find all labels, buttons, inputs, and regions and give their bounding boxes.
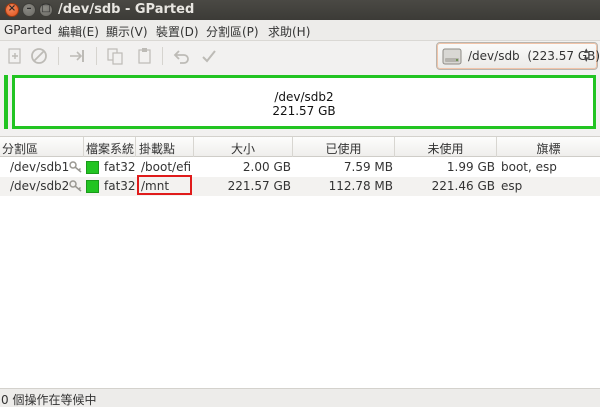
cell-used: 7.59 MB xyxy=(343,160,393,174)
cell-flags: esp xyxy=(501,179,523,193)
apply-icon[interactable] xyxy=(200,47,218,65)
maximize-window-button[interactable]: □ xyxy=(39,3,53,17)
partition-graphic-size: 221.57 GB xyxy=(272,104,336,118)
column-header-used[interactable]: 已使用 xyxy=(293,137,395,157)
maximize-icon: □ xyxy=(41,3,51,14)
paste-icon[interactable] xyxy=(136,47,154,65)
toolbar-separator xyxy=(58,47,59,65)
resize-move-icon[interactable] xyxy=(68,47,86,65)
menu-gparted[interactable]: GParted xyxy=(4,23,52,37)
table-row[interactable]: /dev/sdb1 fat32 /boot/efi 2.00 GB 7.59 M… xyxy=(0,158,600,177)
column-header-unused[interactable]: 未使用 xyxy=(395,137,497,157)
undo-icon[interactable] xyxy=(172,47,190,65)
menu-device[interactable]: 裝置(D) xyxy=(156,23,199,40)
menu-edit[interactable]: 編輯(E) xyxy=(58,23,99,40)
device-selector-label: /dev/sdb (223.57 GB) xyxy=(468,49,600,63)
filesystem-color-swatch xyxy=(86,180,99,193)
cell-partition: /dev/sdb1 xyxy=(10,160,70,174)
table-header: 分割區 檔案系統 掛載點 大小 已使用 未使用 旗標 xyxy=(0,137,600,157)
column-header-size[interactable]: 大小 xyxy=(194,137,293,157)
filesystem-color-swatch xyxy=(86,161,99,174)
menu-partition[interactable]: 分割區(P) xyxy=(206,23,259,40)
cell-size: 2.00 GB xyxy=(242,160,291,174)
dropdown-arrows-icon: ▴ ▾ xyxy=(584,46,589,65)
cell-unused: 221.46 GB xyxy=(431,179,495,193)
cell-filesystem: fat32 xyxy=(104,179,136,193)
partition-table: 分割區 檔案系統 掛載點 大小 已使用 未使用 旗標 /dev/sdb1 fat… xyxy=(0,136,600,388)
delete-icon[interactable] xyxy=(30,47,48,65)
cell-size: 221.57 GB xyxy=(227,179,291,193)
key-icon xyxy=(69,161,83,173)
column-header-flags[interactable]: 旗標 xyxy=(497,137,600,157)
column-header-mountpoint[interactable]: 掛載點 xyxy=(136,137,194,157)
column-header-filesystem[interactable]: 檔案系統 xyxy=(84,137,136,157)
annotation-highlight-box xyxy=(137,175,192,195)
partition-graphic-sdb2[interactable]: /dev/sdb2 221.57 GB xyxy=(12,75,596,129)
device-selector[interactable]: /dev/sdb (223.57 GB) ▴ ▾ xyxy=(436,42,600,70)
title-bar: × – □ /dev/sdb - GParted xyxy=(0,0,600,20)
key-icon xyxy=(69,180,83,192)
toolbar-separator xyxy=(162,47,163,65)
menu-bar: GParted 編輯(E) 顯示(V) 裝置(D) 分割區(P) 求助(H) xyxy=(0,20,600,41)
close-window-button[interactable]: × xyxy=(5,3,19,17)
cell-flags: boot, esp xyxy=(501,160,557,174)
new-partition-icon[interactable] xyxy=(6,47,24,65)
cell-unused: 1.99 GB xyxy=(446,160,495,174)
menu-view[interactable]: 顯示(V) xyxy=(106,23,148,40)
menu-help[interactable]: 求助(H) xyxy=(268,23,310,40)
cell-partition: /dev/sdb2 xyxy=(10,179,70,193)
cell-mountpoint: /boot/efi xyxy=(141,160,192,174)
partition-graphic-name: /dev/sdb2 xyxy=(274,90,334,104)
toolbar-separator xyxy=(96,47,97,65)
status-bar: 0 個操作在等候中 xyxy=(0,388,600,407)
copy-icon[interactable] xyxy=(106,47,124,65)
column-header-partition[interactable]: 分割區 xyxy=(0,137,84,157)
pending-operations-status: 0 個操作在等候中 xyxy=(1,393,97,407)
window-title: /dev/sdb - GParted xyxy=(58,2,195,17)
cell-used: 112.78 MB xyxy=(328,179,393,193)
minimize-icon: – xyxy=(26,3,32,14)
cell-filesystem: fat32 xyxy=(104,160,136,174)
close-icon: × xyxy=(7,3,17,14)
table-row[interactable]: /dev/sdb2 fat32 /mnt 221.57 GB 112.78 MB… xyxy=(0,177,600,196)
unallocated-sliver[interactable] xyxy=(4,75,8,129)
minimize-window-button[interactable]: – xyxy=(22,3,36,17)
hard-disk-icon xyxy=(442,47,462,66)
